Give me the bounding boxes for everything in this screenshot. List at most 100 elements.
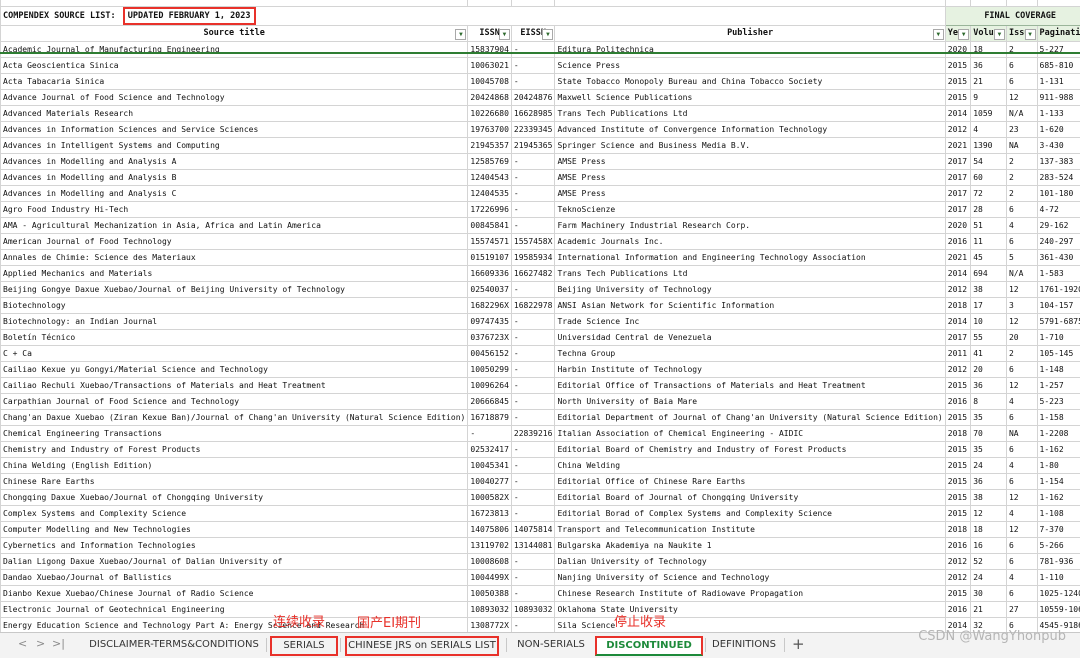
cell-eissn[interactable]: - [511,618,555,633]
col-header-publisher[interactable]: Publisher▼ [555,26,945,42]
cell-issn[interactable]: 10050299 [468,362,512,378]
cell-eissn[interactable]: 22339345 [511,122,555,138]
cell-source-title[interactable]: China Welding (English Edition) [1,458,468,474]
cell-volume[interactable]: 8 [971,394,1007,410]
filter-dropdown-icon[interactable]: ▼ [499,29,510,40]
cell-year[interactable]: 2021 [945,250,970,266]
cell-issn[interactable]: 16718879 [468,410,512,426]
cell-volume[interactable]: 30 [971,586,1007,602]
cell-volume[interactable]: 72 [971,186,1007,202]
col-header-year[interactable]: Year▼ [945,26,970,42]
cell-pagination[interactable]: 1-108 [1037,506,1080,522]
cell-pagination[interactable]: 105-145 [1037,346,1080,362]
tab-non-serials[interactable]: NON-SERIALS [512,633,590,657]
cell-source-title[interactable]: Cybernetics and Information Technologies [1,538,468,554]
cell-issue[interactable]: 2 [1006,170,1037,186]
cell-publisher[interactable]: Transport and Telecommunication Institut… [555,522,945,538]
cell-pagination[interactable]: 911-988 [1037,90,1080,106]
cell-issue[interactable]: 2 [1006,42,1037,58]
cell-year[interactable]: 2012 [945,554,970,570]
cell-source-title[interactable]: Academic Journal of Manufacturing Engine… [1,42,468,58]
cell-source-title[interactable]: Complex Systems and Complexity Science [1,506,468,522]
cell-year[interactable]: 2015 [945,458,970,474]
cell-source-title[interactable]: Chemical Engineering Transactions [1,426,468,442]
cell-publisher[interactable]: Dalian University of Technology [555,554,945,570]
cell-year[interactable]: 2015 [945,586,970,602]
cell-issue[interactable]: 3 [1006,298,1037,314]
cell-source-title[interactable]: Advanced Materials Research [1,106,468,122]
cell-issue[interactable]: 6 [1006,554,1037,570]
cell-issn[interactable]: 10226680 [468,106,512,122]
cell-year[interactable]: 2015 [945,90,970,106]
cell-source-title[interactable]: Carpathian Journal of Food Science and T… [1,394,468,410]
tab-chinese-jrs[interactable]: CHINESE JRS on SERIALS LIST [345,636,499,656]
cell-issue[interactable]: N/A [1006,106,1037,122]
cell-publisher[interactable]: Harbin Institute of Technology [555,362,945,378]
add-sheet-icon[interactable]: + [792,635,805,653]
cell-issn[interactable]: 10063021 [468,58,512,74]
cell-eissn[interactable]: - [511,362,555,378]
cell-issue[interactable]: 23 [1006,122,1037,138]
cell-year[interactable]: 2014 [945,266,970,282]
cell-issue[interactable]: 6 [1006,586,1037,602]
cell-issue[interactable]: 20 [1006,330,1037,346]
cell-year[interactable]: 2015 [945,58,970,74]
cell-eissn[interactable]: - [511,570,555,586]
cell-volume[interactable]: 16 [971,538,1007,554]
cell-pagination[interactable]: 5-223 [1037,394,1080,410]
cell-publisher[interactable]: Trans Tech Publications Ltd [555,266,945,282]
cell-volume[interactable]: 24 [971,570,1007,586]
cell-year[interactable]: 2020 [945,42,970,58]
cell-publisher[interactable]: North University of Baia Mare [555,394,945,410]
cell-pagination[interactable]: 4-72 [1037,202,1080,218]
cell-source-title[interactable]: Advances in Modelling and Analysis C [1,186,468,202]
cell-issn[interactable]: 13119702 [468,538,512,554]
cell-year[interactable]: 2016 [945,538,970,554]
col-header-issue[interactable]: Issue▼ [1006,26,1037,42]
cell-pagination[interactable]: 361-430 [1037,250,1080,266]
cell-volume[interactable]: 52 [971,554,1007,570]
cell-eissn[interactable]: 10893032 [511,602,555,618]
tab-definitions[interactable]: DEFINITIONS [710,633,778,657]
cell-volume[interactable]: 21 [971,602,1007,618]
cell-year[interactable]: 2016 [945,234,970,250]
cell-issue[interactable]: N/A [1006,266,1037,282]
cell-source-title[interactable]: Dalian Ligong Daxue Xuebao/Journal of Da… [1,554,468,570]
cell-publisher[interactable]: Springer Science and Business Media B.V. [555,138,945,154]
cell-eissn[interactable]: - [511,186,555,202]
filter-dropdown-icon[interactable]: ▼ [1025,29,1036,40]
cell-volume[interactable]: 28 [971,202,1007,218]
cell-pagination[interactable]: 1761-1920 [1037,282,1080,298]
cell-volume[interactable]: 17 [971,298,1007,314]
cell-pagination[interactable]: 104-157 [1037,298,1080,314]
cell-source-title[interactable]: Biotechnology: an Indian Journal [1,314,468,330]
cell-source-title[interactable]: Acta Tabacaria Sinica [1,74,468,90]
filter-dropdown-icon[interactable]: ▼ [542,29,553,40]
cell-year[interactable]: 2014 [945,106,970,122]
cell-eissn[interactable]: - [511,330,555,346]
last-sheet-nav-icon[interactable]: >| [52,637,65,650]
cell-publisher[interactable]: China Welding [555,458,945,474]
cell-volume[interactable]: 38 [971,490,1007,506]
cell-year[interactable]: 2015 [945,378,970,394]
cell-pagination[interactable]: 3-430 [1037,138,1080,154]
cell-issue[interactable]: 12 [1006,378,1037,394]
cell-eissn[interactable]: 16627482 [511,266,555,282]
cell-publisher[interactable]: Advanced Institute of Convergence Inform… [555,122,945,138]
cell-volume[interactable]: 11 [971,234,1007,250]
cell-year[interactable]: 2011 [945,346,970,362]
cell-eissn[interactable]: - [511,42,555,58]
cell-eissn[interactable]: - [511,506,555,522]
cell-publisher[interactable]: Techna Group [555,346,945,362]
cell-publisher[interactable]: Editorial Office of Transactions of Mate… [555,378,945,394]
cell-volume[interactable]: 36 [971,378,1007,394]
cell-issn[interactable]: 1000582X [468,490,512,506]
cell-eissn[interactable]: - [511,378,555,394]
cell-issn[interactable]: 19763700 [468,122,512,138]
final-coverage-header[interactable]: FINAL COVERAGE [945,7,1080,26]
tab-serials[interactable]: SERIALS [270,636,338,656]
col-header-source-title[interactable]: Source title▼ [1,26,468,42]
cell-year[interactable]: 2018 [945,298,970,314]
cell-issue[interactable]: 6 [1006,410,1037,426]
cell-issue[interactable]: 6 [1006,362,1037,378]
